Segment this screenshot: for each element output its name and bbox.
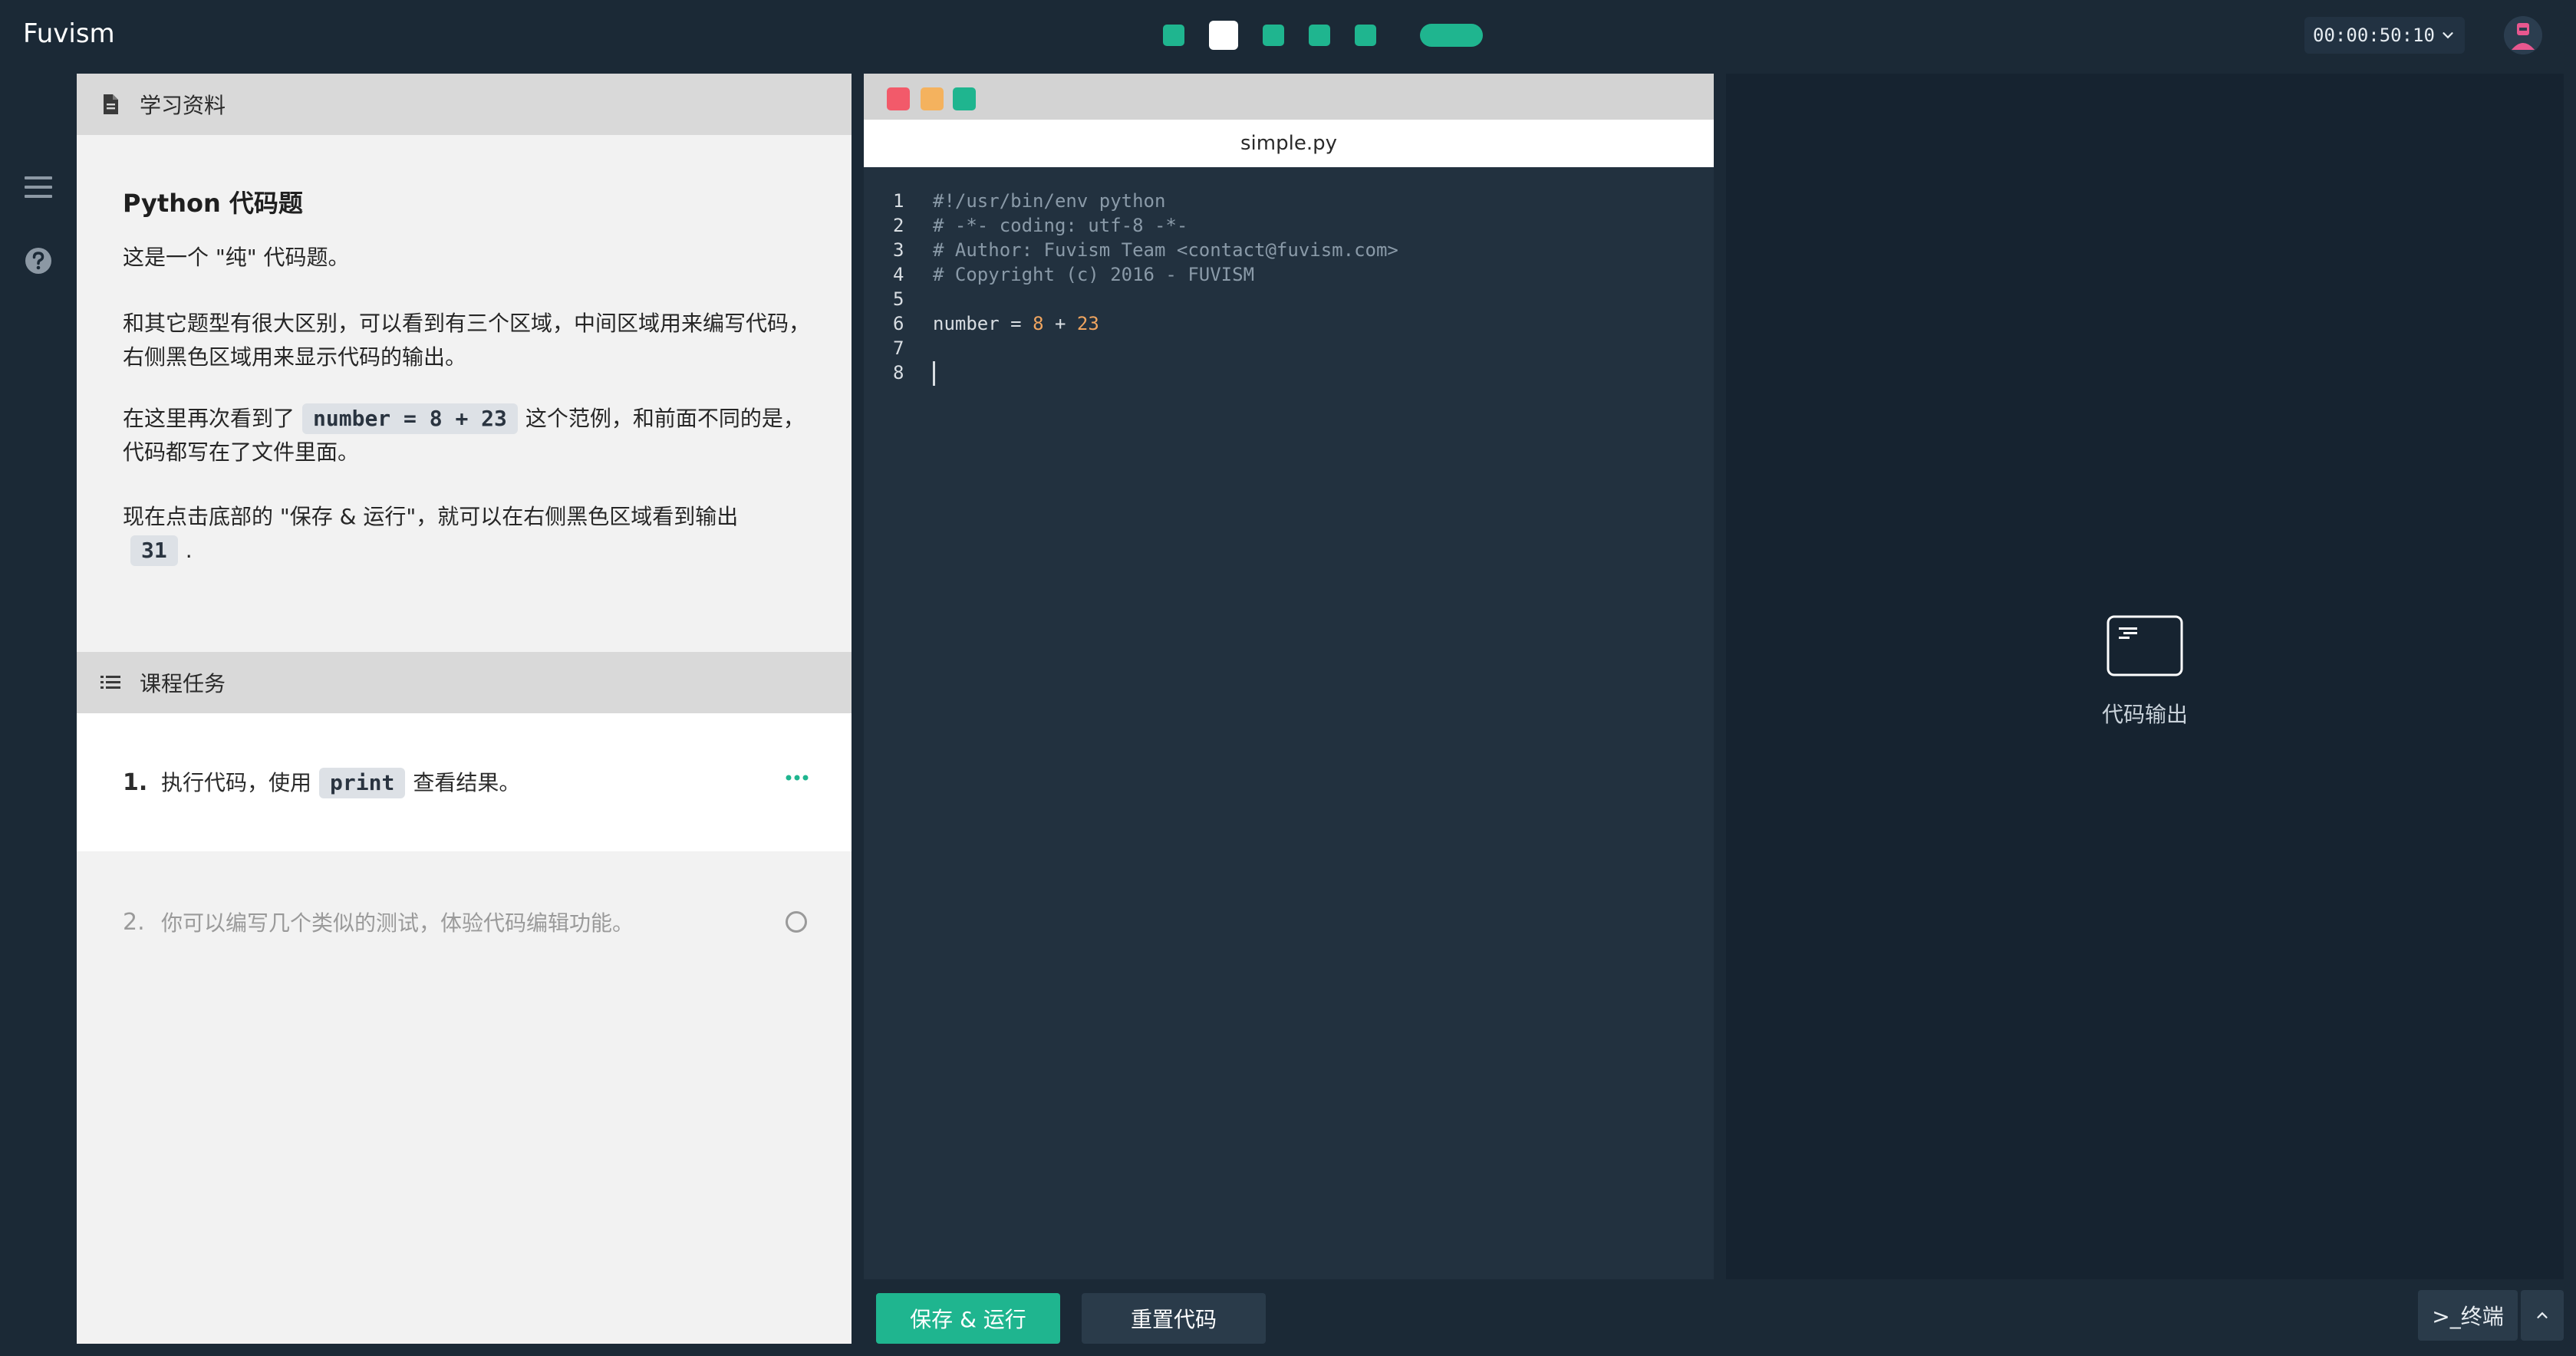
line-number: 4	[893, 264, 904, 285]
terminal-button[interactable]: >_终端	[2418, 1290, 2518, 1341]
paragraph-3: 在这里再次看到了 number = 8 + 23 这个范例，和前面不同的是，代码都写…	[123, 402, 813, 469]
paragraph-4-text-after: .	[185, 538, 193, 563]
learning-material-panel: 学习资料 Python 代码题 这是一个 "纯" 代码题。 和其它题型有很大区别…	[77, 74, 852, 1344]
text-cursor	[933, 361, 935, 386]
paragraph-3-text-before: 在这里再次看到了	[123, 406, 295, 431]
output-label: 代码输出	[2101, 702, 2188, 727]
task-item-2[interactable]: 2. 你可以编写几个类似的测试，体验代码编辑功能。	[77, 853, 852, 991]
code-output-panel: 代码输出	[1726, 74, 2564, 1279]
code-line: 2 # -*- coding: utf-8 -*-	[864, 213, 1714, 238]
reset-code-button[interactable]: 重置代码	[1082, 1293, 1266, 1344]
chevron-down-icon	[2443, 32, 2453, 39]
file-name: simple.py	[1240, 132, 1337, 155]
paragraph-4-text-before: 现在点击底部的 "保存 & 运行"，就可以在右侧黑色区域看到输出	[123, 504, 739, 529]
code-line: 6 number = 8 + 23	[864, 311, 1714, 336]
code-text: #!/usr/bin/env python	[933, 190, 1166, 212]
maximize-window-icon[interactable]	[953, 87, 976, 110]
tasks-section-title: 课程任务	[140, 671, 226, 696]
line-number: 1	[893, 190, 904, 212]
material-section-header: 学习资料	[77, 74, 852, 135]
terminal-output-icon	[2107, 615, 2183, 676]
inline-code-output: 31	[130, 535, 178, 566]
line-number: 2	[893, 215, 904, 236]
task-number: 1.	[123, 769, 148, 796]
line-number: 8	[893, 362, 904, 383]
code-editor-panel: simple.py 1 #!/usr/bin/env python 2 # -*…	[864, 74, 1714, 1279]
code-area[interactable]: 1 #!/usr/bin/env python 2 # -*- coding: …	[864, 189, 1714, 386]
in-progress-icon	[786, 775, 809, 781]
top-bar: Fuvism 00:00:50:10	[0, 0, 2576, 72]
task-text-after: 查看结果。	[413, 770, 521, 795]
list-icon	[100, 676, 120, 689]
window-title-bar	[864, 74, 1714, 120]
tasks-section-header: 课程任务	[77, 652, 852, 713]
timer-dropdown[interactable]: 00:00:50:10	[2304, 17, 2465, 54]
step-1[interactable]	[1163, 25, 1184, 46]
bottom-action-bar: 保存 & 运行 重置代码 >_终端	[864, 1279, 2576, 1356]
inline-code-print: print	[319, 768, 406, 798]
app-root: Fuvism 00:00:50:10 学习资料 Python 代码题 这是一个 …	[0, 0, 2576, 1356]
pending-circle-icon	[786, 911, 807, 933]
step-2-current[interactable]	[1209, 21, 1238, 50]
task-item-1[interactable]: 1. 执行代码，使用 print 查看结果。	[77, 713, 852, 851]
brand-name[interactable]: Fuvism	[23, 18, 115, 49]
timer-value: 00:00:50:10	[2313, 25, 2435, 46]
code-line: 8	[864, 360, 1714, 386]
line-number: 6	[893, 313, 904, 334]
document-icon	[104, 94, 118, 114]
code-text	[933, 360, 935, 386]
code-text: number = 8 + 23	[933, 311, 1099, 336]
close-window-icon[interactable]	[887, 87, 910, 110]
avatar-icon	[2504, 16, 2542, 54]
paragraph-2: 和其它题型有很大区别，可以看到有三个区域，中间区域用来编写代码，右侧黑色区域用来…	[123, 311, 811, 370]
step-5[interactable]	[1355, 25, 1376, 46]
material-section-title: 学习资料	[140, 93, 226, 118]
file-tab[interactable]: simple.py	[864, 120, 1714, 167]
line-number: 5	[893, 288, 904, 310]
step-6[interactable]	[1420, 24, 1483, 47]
task-text: 你可以编写几个类似的测试，体验代码编辑功能。	[161, 910, 634, 936]
line-number: 3	[893, 239, 904, 261]
code-number: 8	[1033, 313, 1044, 334]
code-number: 23	[1076, 313, 1099, 334]
menu-icon[interactable]	[23, 172, 54, 202]
code-line: 4 # Copyright (c) 2016 - FUVISM	[864, 262, 1714, 287]
task-number: 2.	[123, 908, 145, 936]
code-text: # -*- coding: utf-8 -*-	[933, 215, 1188, 236]
help-icon[interactable]	[23, 245, 54, 276]
code-line: 1 #!/usr/bin/env python	[864, 189, 1714, 213]
progress-steps	[1163, 21, 1483, 50]
paragraph-4: 现在点击底部的 "保存 & 运行"，就可以在右侧黑色区域看到输出 31.	[123, 500, 813, 568]
step-4[interactable]	[1309, 25, 1330, 46]
paragraph-1: 这是一个 "纯" 代码题。	[123, 245, 350, 270]
step-3[interactable]	[1263, 25, 1284, 46]
code-text: # Copyright (c) 2016 - FUVISM	[933, 264, 1255, 285]
chevron-up-icon	[2537, 1312, 2548, 1318]
code-identifier: number	[933, 313, 1000, 334]
code-line: 5	[864, 287, 1714, 311]
doc-title: Python 代码题	[123, 189, 303, 218]
expand-terminal-button[interactable]	[2521, 1290, 2564, 1341]
user-avatar[interactable]	[2504, 16, 2542, 54]
material-content: Python 代码题 这是一个 "纯" 代码题。 和其它题型有很大区别，可以看到…	[77, 135, 852, 652]
minimize-window-icon[interactable]	[921, 87, 944, 110]
code-operator: +	[1043, 313, 1077, 334]
code-text: # Author: Fuvism Team <contact@fuvism.co…	[933, 239, 1398, 261]
code-line: 3 # Author: Fuvism Team <contact@fuvism.…	[864, 238, 1714, 262]
task-text: 执行代码，使用 print 查看结果。	[161, 766, 520, 798]
inline-code-example: number = 8 + 23	[302, 403, 518, 434]
code-operator: =	[999, 313, 1033, 334]
code-line: 7	[864, 336, 1714, 360]
line-number: 7	[893, 337, 904, 359]
save-run-button[interactable]: 保存 & 运行	[876, 1293, 1060, 1344]
task-text-before: 执行代码，使用	[161, 770, 312, 795]
